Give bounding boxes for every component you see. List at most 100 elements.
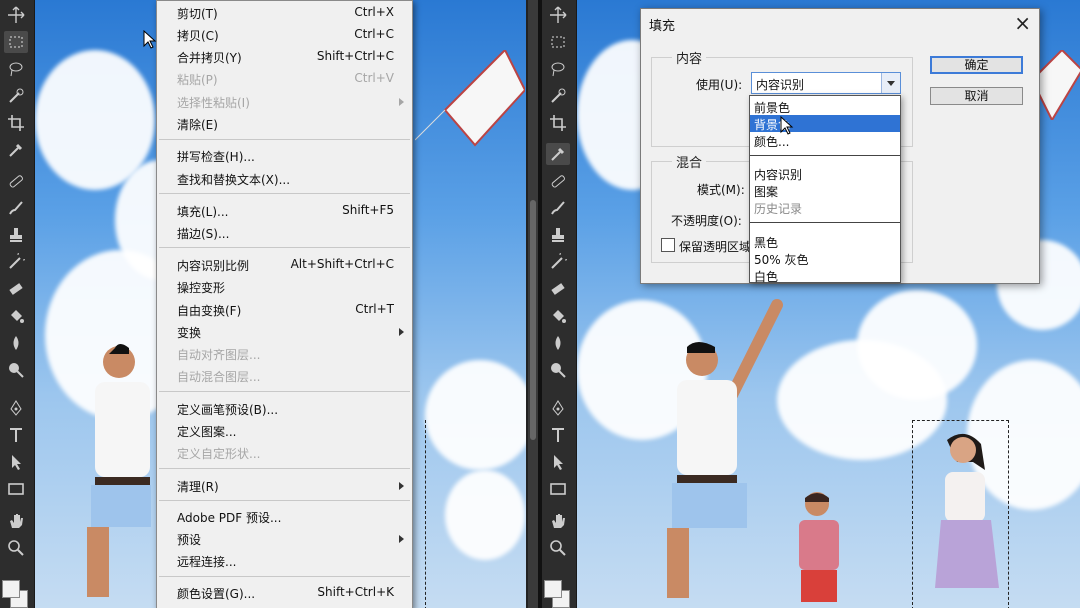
type-tool-icon[interactable] xyxy=(546,424,570,446)
chevron-down-icon[interactable] xyxy=(881,73,900,93)
menu-item-fill[interactable]: 填充(L)... Shift+F5 xyxy=(157,201,412,221)
pen-tool-icon[interactable] xyxy=(546,397,570,419)
blur-tool-icon[interactable] xyxy=(4,332,28,354)
move-tool-icon[interactable] xyxy=(4,4,28,26)
eyedropper-tool-icon[interactable] xyxy=(546,143,570,165)
paint-bucket-tool-icon[interactable] xyxy=(546,305,570,327)
quick-selection-tool-icon[interactable] xyxy=(4,85,28,107)
marquee-tool-icon[interactable] xyxy=(4,31,28,53)
paint-bucket-tool-icon[interactable] xyxy=(4,305,28,327)
mouse-cursor-icon xyxy=(780,116,794,135)
dialog-title: 填充 xyxy=(649,19,676,34)
rectangle-tool-icon[interactable] xyxy=(546,478,570,500)
menu-item-transform[interactable]: 变换 xyxy=(157,322,412,342)
rectangle-tool-icon[interactable] xyxy=(4,478,28,500)
man-figure-image xyxy=(667,299,783,598)
menu-item-copy-merged[interactable]: 合并拷贝(Y) Shift+Ctrl+C xyxy=(157,47,412,67)
menu-separator xyxy=(159,247,410,248)
tools-panel xyxy=(542,0,577,608)
lasso-tool-icon[interactable] xyxy=(546,58,570,80)
zoom-tool-icon[interactable] xyxy=(4,537,28,559)
marquee-tool-icon[interactable] xyxy=(546,31,570,53)
foreground-color-swatch[interactable] xyxy=(544,580,562,598)
option-color[interactable]: 颜色... xyxy=(750,132,900,149)
opacity-label: 不透明度(O): xyxy=(671,214,742,228)
history-brush-tool-icon[interactable] xyxy=(546,251,570,273)
ok-button[interactable]: 确定 xyxy=(930,56,1023,74)
right-screenshot-pane: 填充 × 内容 使用(U): 内容识别 混合 模式(M): 不透明度(O): 保… xyxy=(542,0,1080,608)
menu-item-define-custom-shape: 定义自定形状... xyxy=(177,447,261,461)
lasso-tool-icon[interactable] xyxy=(4,58,28,80)
vertical-scrollbar[interactable] xyxy=(528,0,538,608)
quick-selection-tool-icon[interactable] xyxy=(546,85,570,107)
healing-brush-tool-icon[interactable] xyxy=(546,170,570,192)
hand-tool-icon[interactable] xyxy=(546,510,570,532)
eraser-tool-icon[interactable] xyxy=(546,278,570,300)
hand-tool-icon[interactable] xyxy=(4,510,28,532)
option-foreground-color[interactable]: 前景色 xyxy=(750,98,900,115)
mode-label: 模式(M): xyxy=(697,183,745,197)
path-selection-tool-icon[interactable] xyxy=(4,451,28,473)
zoom-tool-icon[interactable] xyxy=(546,537,570,559)
menu-item-check-spelling[interactable]: 拼写检查(H)... xyxy=(157,146,412,166)
foreground-color-swatch[interactable] xyxy=(2,580,20,598)
menu-separator xyxy=(159,468,410,469)
menu-item-adobe-pdf-presets[interactable]: Adobe PDF 预设... xyxy=(157,507,412,527)
menu-item-define-brush-preset[interactable]: 定义画笔预设(B)... xyxy=(157,399,412,419)
crop-tool-icon[interactable] xyxy=(546,112,570,134)
brush-tool-icon[interactable] xyxy=(546,197,570,219)
menu-item-define-pattern[interactable]: 定义图案... xyxy=(157,421,412,441)
menu-item-paste-special: 选择性粘贴(I) xyxy=(157,92,412,112)
selection-marquee xyxy=(425,420,426,608)
menu-item-presets[interactable]: 预设 xyxy=(157,529,412,549)
healing-brush-tool-icon[interactable] xyxy=(4,170,28,192)
dodge-tool-icon[interactable] xyxy=(4,359,28,381)
eraser-tool-icon[interactable] xyxy=(4,278,28,300)
dodge-tool-icon[interactable] xyxy=(546,359,570,381)
menu-item-remote-connections[interactable]: 远程连接... xyxy=(157,551,412,571)
option-pattern[interactable]: 图案 xyxy=(750,182,900,199)
menu-item-stroke[interactable]: 描边(S)... xyxy=(157,223,412,243)
clone-stamp-tool-icon[interactable] xyxy=(4,224,28,246)
option-black[interactable]: 黑色 xyxy=(750,233,900,250)
crop-tool-icon[interactable] xyxy=(4,112,28,134)
eyedropper-tool-icon[interactable] xyxy=(4,139,28,161)
edit-menu: 剪切(T) Ctrl+X 拷贝(C) Ctrl+C 合并拷贝(Y) Shift+Ctr… xyxy=(156,0,413,608)
menu-item-free-transform[interactable]: 自由变换(F) Ctrl+T xyxy=(157,300,412,320)
close-icon[interactable]: × xyxy=(1014,11,1031,35)
type-tool-icon[interactable] xyxy=(4,424,28,446)
clone-stamp-tool-icon[interactable] xyxy=(546,224,570,246)
menu-item-puppet-warp[interactable]: 操控变形 xyxy=(157,277,412,297)
use-dropdown-list: 前景色 背景色 颜色... 内容识别 图案 历史记录 黑色 50% 灰色 白色 xyxy=(749,95,901,284)
pen-tool-icon[interactable] xyxy=(4,397,28,419)
cancel-button[interactable]: 取消 xyxy=(930,87,1023,105)
option-50-gray[interactable]: 50% 灰色 xyxy=(750,250,900,267)
option-white[interactable]: 白色 xyxy=(750,267,900,284)
preserve-transparency-checkbox[interactable] xyxy=(661,238,675,252)
kite-image xyxy=(415,50,525,147)
move-tool-icon[interactable] xyxy=(546,4,570,26)
menu-item-copy[interactable]: 拷贝(C) Ctrl+C xyxy=(157,25,412,45)
menu-item-cut[interactable]: 剪切(T) Ctrl+X xyxy=(157,3,412,23)
path-selection-tool-icon[interactable] xyxy=(546,451,570,473)
history-brush-tool-icon[interactable] xyxy=(4,251,28,273)
brush-tool-icon[interactable] xyxy=(4,197,28,219)
menu-item-find-replace[interactable]: 查找和替换文本(X)... xyxy=(157,169,412,189)
blur-tool-icon[interactable] xyxy=(546,332,570,354)
boy-figure-image xyxy=(799,492,839,602)
menu-separator xyxy=(159,391,410,392)
menu-separator xyxy=(159,139,410,140)
man-figure-image xyxy=(87,344,151,597)
menu-item-clear[interactable]: 清除(E) xyxy=(157,114,412,134)
menu-item-content-aware-scale[interactable]: 内容识别比例 Alt+Shift+Ctrl+C xyxy=(157,255,412,275)
menu-item-purge[interactable]: 清理(R) xyxy=(157,476,412,496)
use-label: 使用(U): xyxy=(696,78,743,92)
submenu-arrow-icon xyxy=(399,535,404,543)
option-background-color[interactable]: 背景色 xyxy=(750,115,900,132)
option-content-aware[interactable]: 内容识别 xyxy=(750,165,900,182)
menu-item-paste: 粘贴(P) Ctrl+V xyxy=(177,71,394,87)
submenu-arrow-icon xyxy=(399,482,404,490)
menu-item-color-settings[interactable]: 颜色设置(G)... Shift+Ctrl+K xyxy=(157,583,412,603)
left-screenshot-pane: 剪切(T) Ctrl+X 拷贝(C) Ctrl+C 合并拷贝(Y) Shift+Ctr… xyxy=(0,0,538,608)
use-select[interactable]: 内容识别 xyxy=(751,72,901,94)
